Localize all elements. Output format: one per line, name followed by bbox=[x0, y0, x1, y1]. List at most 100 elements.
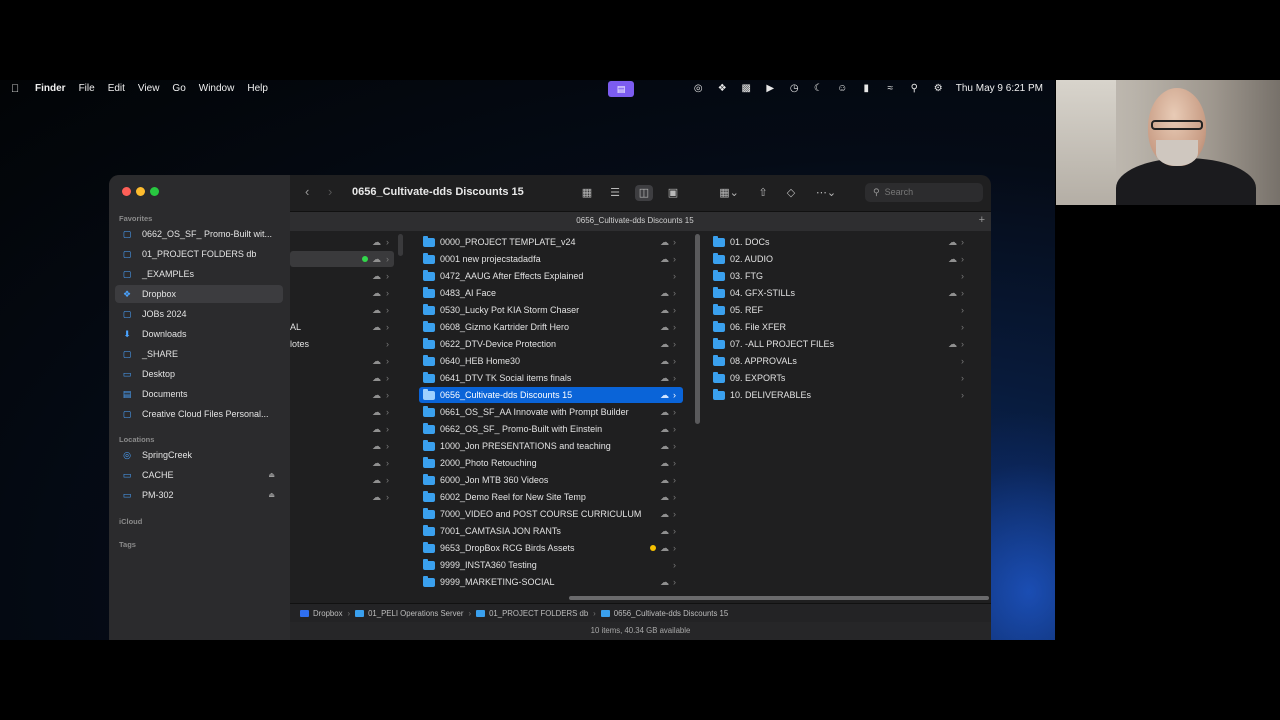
menu-datetime[interactable]: Thu May 9 6:21 PM bbox=[956, 83, 1043, 94]
list-item[interactable]: ☁ › bbox=[290, 421, 394, 437]
share-icon[interactable]: ⇧ bbox=[754, 185, 772, 201]
path-segment-dropbox[interactable]: Dropbox bbox=[300, 609, 342, 618]
list-item[interactable]: AL ☁ › bbox=[290, 319, 394, 335]
folder-row-9999-insta360-testing[interactable]: 9999_INSTA360 Testing › bbox=[419, 557, 683, 573]
icon-view-icon[interactable]: ▦ bbox=[578, 185, 596, 201]
folder-row-08-approvals[interactable]: 08. APPROVALs › bbox=[709, 353, 971, 369]
sidebar-item-share[interactable]: ▢ _SHARE bbox=[115, 345, 283, 363]
sidebar-item-0662-os-sf-promo-built-wit[interactable]: ▢ 0662_OS_SF_ Promo-Built wit... bbox=[115, 225, 283, 243]
cloud-download-icon[interactable]: ☁ bbox=[372, 237, 381, 248]
dropbox-status-icon[interactable]: ❖ bbox=[716, 83, 729, 94]
folder-row-0608-gizmo-kartrider-drift-hero[interactable]: 0608_Gizmo Kartrider Drift Hero ☁ › bbox=[419, 319, 683, 335]
folder-row-0472-aaug-after-effects-explained[interactable]: 0472_AAUG After Effects Explained › bbox=[419, 268, 683, 284]
cloud-download-icon[interactable]: ☁ bbox=[660, 356, 669, 367]
sidebar-item-pm-302[interactable]: ▭ PM-302 ⏏ bbox=[115, 486, 283, 504]
sidebar-item-creative-cloud-files-personal[interactable]: ▢ Creative Cloud Files Personal... bbox=[115, 405, 283, 423]
group-by-icon[interactable]: ▦⌄ bbox=[715, 185, 743, 201]
folder-row-0000-project-template-v24[interactable]: 0000_PROJECT TEMPLATE_v24 ☁ › bbox=[419, 234, 683, 250]
folder-row-04-gfx-stills[interactable]: 04. GFX-STILLs ☁ › bbox=[709, 285, 971, 301]
list-item[interactable]: ☁ › bbox=[290, 387, 394, 403]
cloud-download-icon[interactable]: ☁ bbox=[660, 543, 669, 554]
gallery-view-icon[interactable]: ▣ bbox=[664, 185, 682, 201]
folder-row-9653-dropbox-rcg-birds-assets[interactable]: 9653_DropBox RCG Birds Assets ☁ › bbox=[419, 540, 683, 556]
folder-row-0530-lucky-pot-kia-storm-chaser[interactable]: 0530_Lucky Pot KIA Storm Chaser ☁ › bbox=[419, 302, 683, 318]
folder-row-6000-jon-mtb-360-videos[interactable]: 6000_Jon MTB 360 Videos ☁ › bbox=[419, 472, 683, 488]
clock-icon[interactable]: ◷ bbox=[788, 83, 801, 94]
folder-row-03-ftg[interactable]: 03. FTG › bbox=[709, 268, 971, 284]
apple-menu-icon[interactable]:  bbox=[11, 83, 23, 95]
back-button[interactable]: ‹ bbox=[305, 184, 309, 199]
menu-edit[interactable]: Edit bbox=[108, 83, 125, 94]
list-item[interactable]: lotes › bbox=[290, 336, 394, 352]
close-window-button[interactable] bbox=[122, 187, 131, 196]
tab-current-folder[interactable]: 0656_Cultivate-dds Discounts 15 bbox=[290, 216, 980, 225]
sidebar-item-examples[interactable]: ▢ _EXAMPLEs bbox=[115, 265, 283, 283]
list-item[interactable]: ☁ › bbox=[290, 370, 394, 386]
folder-row-09-exports[interactable]: 09. EXPORTs › bbox=[709, 370, 971, 386]
column-dropbox[interactable]: ☁ › ☁ › ☁ › ☁ › ☁ › AL ☁ › lotes › ☁ › ☁ › ☁ › ☁ › ☁ › ☁ › ☁ › ☁ › ☁ › bbox=[290, 234, 398, 594]
folder-row-0622-dtv-device-protection[interactable]: 0622_DTV-Device Protection ☁ › bbox=[419, 336, 683, 352]
cloud-download-icon[interactable]: ☁ bbox=[660, 424, 669, 435]
cloud-download-icon[interactable]: ☁ bbox=[372, 424, 381, 435]
search-menu-icon[interactable]: ⚲ bbox=[908, 83, 921, 94]
folder-row-10-deliverables[interactable]: 10. DELIVERABLEs › bbox=[709, 387, 971, 403]
control-center-icon[interactable]: ⚙ bbox=[932, 83, 945, 94]
cloud-download-icon[interactable]: ☁ bbox=[372, 390, 381, 401]
cloud-download-icon[interactable]: ☁ bbox=[372, 475, 381, 486]
cloud-download-icon[interactable]: ☁ bbox=[660, 288, 669, 299]
forward-button[interactable]: › bbox=[328, 184, 332, 199]
folder-row-0662-os-sf-promo-built-with-einstein[interactable]: 0662_OS_SF_ Promo-Built with Einstein ☁ › bbox=[419, 421, 683, 437]
folder-row-9999-marketing-social[interactable]: 9999_MARKETING-SOCIAL ☁ › bbox=[419, 574, 683, 590]
cloud-download-icon[interactable]: ☁ bbox=[948, 254, 957, 265]
list-item[interactable]: ☁ › bbox=[290, 455, 394, 471]
cloud-download-icon[interactable]: ☁ bbox=[660, 526, 669, 537]
list-item[interactable]: ☁ › bbox=[290, 353, 394, 369]
folder-row-01-docs[interactable]: 01. DOCs ☁ › bbox=[709, 234, 971, 250]
column2-scrollbar[interactable] bbox=[695, 234, 700, 424]
cloud-download-icon[interactable]: ☁ bbox=[372, 373, 381, 384]
menu-help[interactable]: Help bbox=[247, 83, 268, 94]
list-item[interactable]: ☁ › bbox=[290, 489, 394, 505]
list-item[interactable]: ☁ › bbox=[290, 472, 394, 488]
screen-recording-icon[interactable]: ▤ bbox=[608, 81, 634, 97]
sidebar-item-jobs-2024[interactable]: ▢ JOBs 2024 bbox=[115, 305, 283, 323]
cloud-download-icon[interactable]: ☁ bbox=[372, 407, 381, 418]
column-selected-folder[interactable]: 01. DOCs ☁ › 02. AUDIO ☁ › 03. FTG › 04. GFX-STI… bbox=[709, 234, 979, 594]
sidebar-item-cache[interactable]: ▭ CACHE ⏏ bbox=[115, 466, 283, 484]
moon-icon[interactable]: ☾ bbox=[812, 83, 825, 94]
list-item[interactable]: ☁ › bbox=[290, 404, 394, 420]
cloud-download-icon[interactable]: ☁ bbox=[372, 271, 381, 282]
list-item[interactable]: ☁ › bbox=[290, 268, 394, 284]
cloud-download-icon[interactable]: ☁ bbox=[660, 322, 669, 333]
cloud-download-icon[interactable]: ☁ bbox=[372, 441, 381, 452]
list-item[interactable]: ☁ › bbox=[290, 302, 394, 318]
list-item[interactable]: ☁ › bbox=[290, 251, 394, 267]
folder-row-7001-camtasia-jon-rants[interactable]: 7001_CAMTASIA JON RANTs ☁ › bbox=[419, 523, 683, 539]
wifi-icon[interactable]: ≈ bbox=[884, 83, 897, 94]
folder-row-0641-dtv-tk-social-items-finals[interactable]: 0641_DTV TK Social items finals ☁ › bbox=[419, 370, 683, 386]
cloud-download-icon[interactable]: ☁ bbox=[372, 254, 381, 265]
cloud-download-icon[interactable]: ☁ bbox=[948, 237, 957, 248]
column-view-icon[interactable]: ◫ bbox=[635, 185, 653, 201]
eject-icon[interactable]: ⏏ bbox=[268, 491, 275, 499]
folder-row-6002-demo-reel-for-new-site-temp[interactable]: 6002_Demo Reel for New Site Temp ☁ › bbox=[419, 489, 683, 505]
cloud-download-icon[interactable]: ☁ bbox=[660, 407, 669, 418]
menu-go[interactable]: Go bbox=[172, 83, 185, 94]
keyboard-icon[interactable]: ▩ bbox=[740, 83, 753, 94]
cloud-download-icon[interactable]: ☁ bbox=[660, 373, 669, 384]
cloud-download-icon[interactable]: ☁ bbox=[660, 339, 669, 350]
folder-row-2000-photo-retouching[interactable]: 2000_Photo Retouching ☁ › bbox=[419, 455, 683, 471]
focus-icon[interactable]: ◎ bbox=[692, 83, 705, 94]
cloud-download-icon[interactable]: ☁ bbox=[660, 254, 669, 265]
list-view-icon[interactable]: ☰ bbox=[606, 185, 624, 201]
sidebar-item-documents[interactable]: ▤ Documents bbox=[115, 385, 283, 403]
path-segment-0656-cultivate-dds-discounts-15[interactable]: 0656_Cultivate-dds Discounts 15 bbox=[600, 609, 728, 618]
cloud-download-icon[interactable]: ☁ bbox=[948, 288, 957, 299]
folder-row-0661-os-sf-aa-innovate-with-prompt-builder[interactable]: 0661_OS_SF_AA Innovate with Prompt Build… bbox=[419, 404, 683, 420]
cloud-download-icon[interactable]: ☁ bbox=[372, 322, 381, 333]
cloud-download-icon[interactable]: ☁ bbox=[660, 305, 669, 316]
column-project-folders[interactable]: 0000_PROJECT TEMPLATE_v24 ☁ › 0001 new proj… bbox=[419, 234, 687, 594]
folder-row-05-ref[interactable]: 05. REF › bbox=[709, 302, 971, 318]
path-segment-01-peli-operations-server[interactable]: 01_PELI Operations Server bbox=[355, 609, 463, 618]
sidebar-item-downloads[interactable]: ⬇ Downloads bbox=[115, 325, 283, 343]
